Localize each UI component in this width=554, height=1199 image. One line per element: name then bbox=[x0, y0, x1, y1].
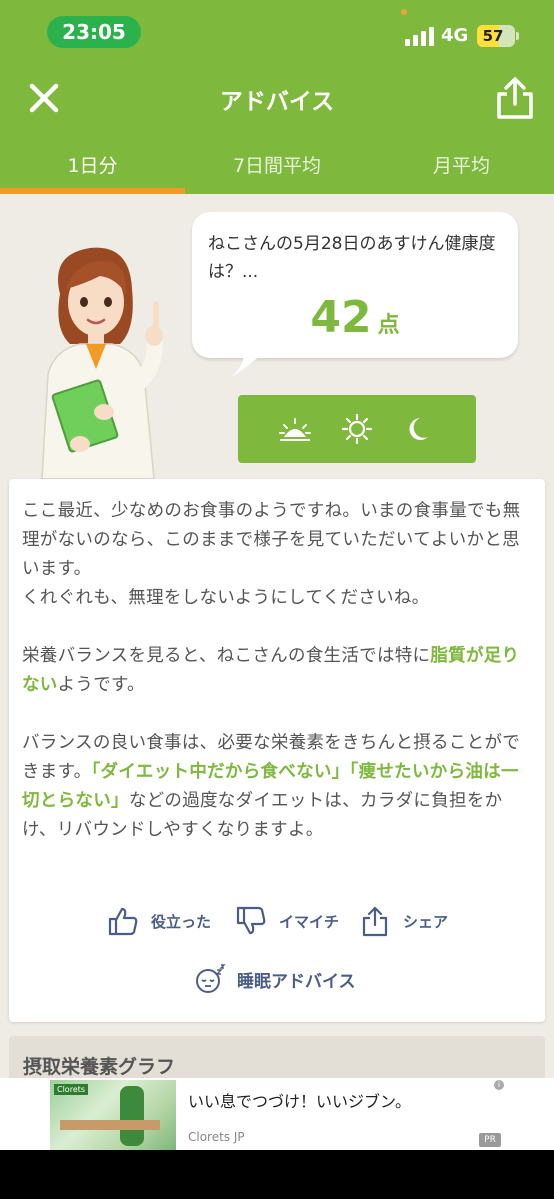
battery-tip bbox=[516, 32, 519, 40]
helpful-label: 役立った bbox=[151, 912, 212, 931]
helpful-button[interactable]: 役立った bbox=[107, 903, 211, 939]
advice-card: ここ最近、少なめのお食事のようですね。いまの食事量でも無理がないのなら、このまま… bbox=[9, 479, 545, 1022]
advice-paragraph-3: バランスの良い食事は、必要な栄養素をきちんと摂ることができます。「ダイエット中だ… bbox=[22, 729, 534, 845]
share-button[interactable] bbox=[494, 76, 536, 120]
sleeping-face-icon bbox=[196, 964, 226, 993]
share-label: シェア bbox=[403, 912, 449, 931]
advisor-character-illustration bbox=[41, 247, 163, 479]
time-of-day-panel[interactable] bbox=[238, 395, 476, 463]
score-display: 42 点 bbox=[192, 292, 518, 343]
ad-banner[interactable]: Clorets いい息でつづけ！いいジブン。 Clorets JP i PR bbox=[0, 1078, 554, 1150]
advice-paragraph-1: ここ最近、少なめのお食事のようですね。いまの食事量でも無理がないのなら、このまま… bbox=[22, 497, 534, 613]
sunrise-icon[interactable] bbox=[278, 413, 312, 445]
tab-7day-average[interactable]: 7日間平均 bbox=[185, 151, 369, 191]
battery-level: 57 bbox=[482, 27, 504, 45]
moon-icon[interactable] bbox=[400, 413, 434, 445]
share-icon bbox=[362, 906, 388, 937]
ad-pr-badge: PR bbox=[479, 1133, 501, 1147]
feedback-actions: 役立った イマイチ シェア bbox=[9, 903, 545, 943]
bottom-black-bar bbox=[0, 1150, 554, 1199]
nutrient-graph-title: 摂取栄養素グラフ bbox=[23, 1056, 176, 1078]
share-icon bbox=[497, 77, 533, 119]
score-speech-bubble: ねこさんの5月28日のあすけん健康度は？... 42 点 bbox=[192, 212, 518, 358]
ad-sponsor: Clorets JP bbox=[188, 1130, 245, 1144]
share-advice-button[interactable]: シェア bbox=[359, 903, 448, 939]
not-good-button[interactable]: イマイチ bbox=[235, 903, 339, 939]
status-time: 23:05 bbox=[47, 16, 141, 48]
advice-p1b-text: くれぐれも、無理をしないようにしてくださいね。 bbox=[22, 588, 430, 608]
tab-monthly-average[interactable]: 月平均 bbox=[369, 151, 554, 191]
ad-image[interactable]: Clorets bbox=[50, 1080, 176, 1150]
health-score-unit: 点 bbox=[377, 313, 400, 338]
advice-text: ここ最近、少なめのお食事のようですね。いまの食事量でも無理がないのなら、このまま… bbox=[22, 497, 534, 874]
ad-info-icon[interactable]: i bbox=[494, 1080, 504, 1090]
score-question: ねこさんの5月28日のあすけん健康度は？... bbox=[208, 234, 496, 282]
privacy-indicator bbox=[401, 9, 407, 15]
network-type: 4G bbox=[441, 25, 469, 46]
health-score-value: 42 bbox=[310, 292, 372, 343]
score-hero: ねこさんの5月28日のあすけん健康度は？... 42 点 bbox=[0, 194, 554, 480]
thumbs-up-icon bbox=[108, 907, 138, 936]
advice-p2-before: 栄養バランスを見ると、ねこさんの食生活では特に bbox=[22, 646, 431, 666]
page-title: アドバイス bbox=[219, 89, 335, 115]
signal-icon bbox=[405, 26, 435, 46]
sun-icon[interactable] bbox=[340, 413, 374, 445]
ad-title[interactable]: いい息でつづけ！いいジブン。 bbox=[188, 1088, 411, 1112]
advice-p1-text: ここ最近、少なめのお食事のようですね。いまの食事量でも無理がないのなら、このまま… bbox=[22, 501, 521, 579]
thumbs-down-icon bbox=[236, 906, 266, 935]
ad-brand-logo: Clorets bbox=[54, 1084, 89, 1095]
advice-p2-after: ようです。 bbox=[57, 675, 145, 695]
advice-paragraph-2: 栄養バランスを見ると、ねこさんの食生活では特に脂質が足りないようです。 bbox=[22, 642, 534, 700]
battery-icon: 57 bbox=[477, 25, 515, 47]
sleep-advice-label: 睡眠アドバイス bbox=[237, 971, 356, 992]
tab-daily[interactable]: 1日分 bbox=[0, 151, 185, 191]
app-header: 23:05 4G 57 アドバイス 1日分 7日間平均 月平均 bbox=[0, 0, 554, 194]
bubble-tail bbox=[230, 350, 266, 378]
not-good-label: イマイチ bbox=[279, 912, 340, 931]
sleep-advice-button[interactable]: 睡眠アドバイス bbox=[195, 963, 356, 995]
